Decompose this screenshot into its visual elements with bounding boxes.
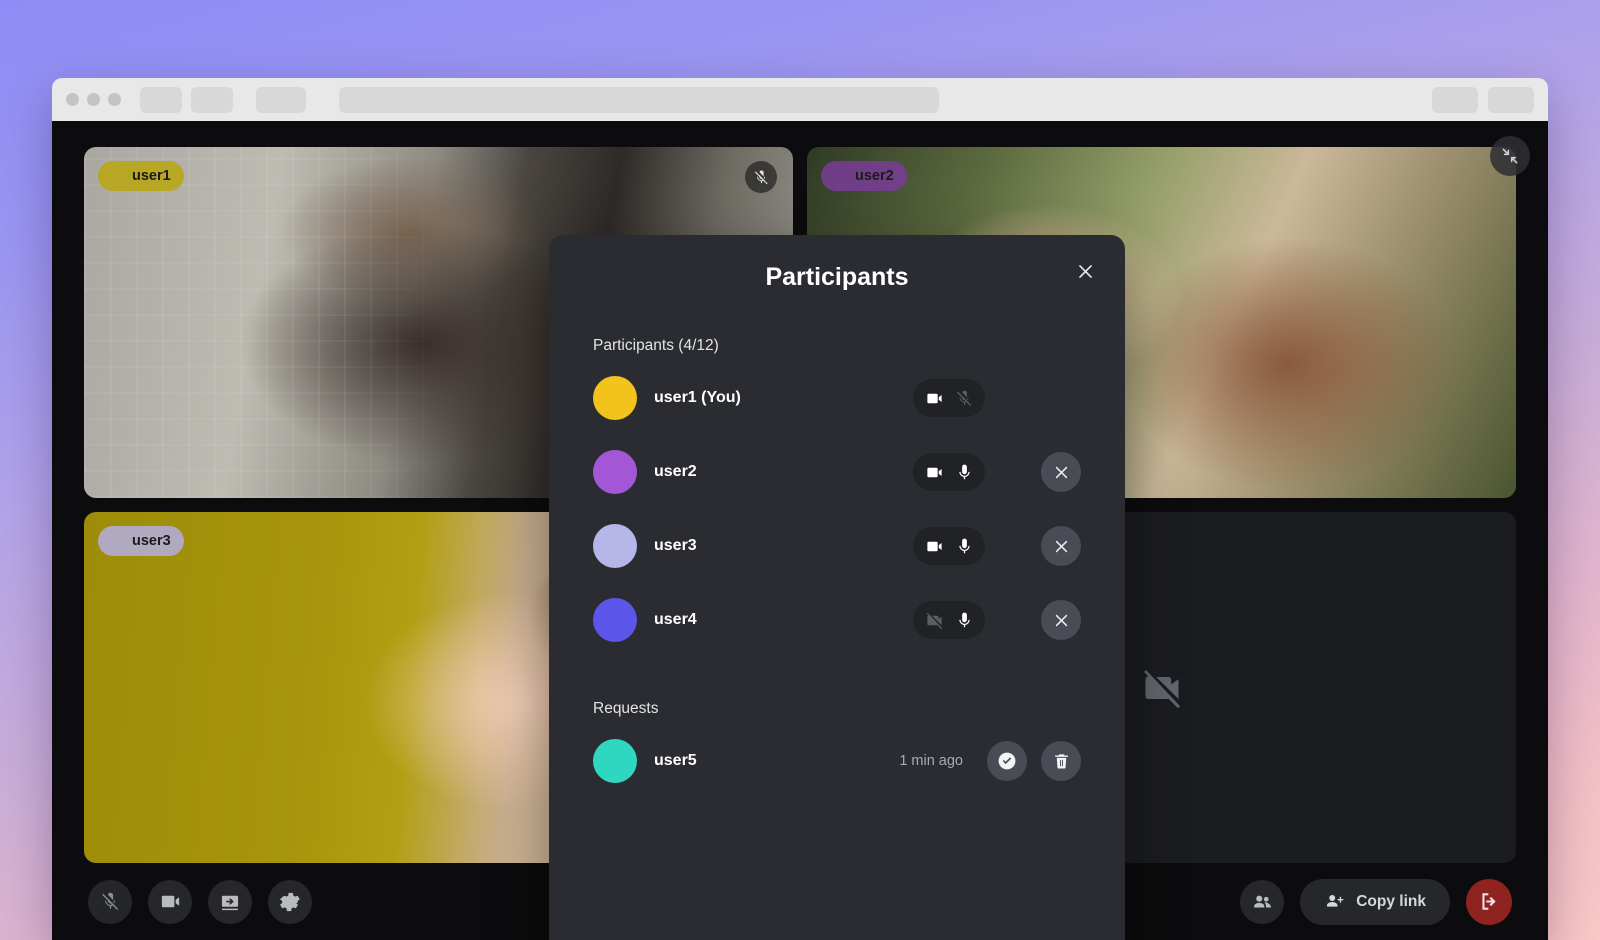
window-traffic-lights: [66, 93, 121, 106]
tile-name-label: user3: [132, 533, 171, 549]
tile-name-label: user1: [132, 168, 171, 184]
browser-chrome: [52, 78, 1548, 121]
accept-request-button[interactable]: [987, 741, 1027, 781]
participant-row: user1 (You): [593, 361, 1081, 435]
close-icon: [1055, 466, 1067, 478]
tile-mic-off-indicator: [745, 161, 777, 193]
avatar: [101, 529, 125, 553]
reject-request-button[interactable]: [1041, 741, 1081, 781]
camera-icon: [926, 467, 942, 477]
participant-name: user1 (You): [654, 389, 741, 406]
screen-share-icon: [221, 895, 239, 910]
remove-participant-button[interactable]: [1041, 600, 1081, 640]
gear-icon: [280, 892, 300, 911]
avatar: [593, 376, 637, 420]
camera-icon: [926, 541, 942, 551]
check-circle-icon: [998, 752, 1016, 770]
leave-arrow-icon: [1481, 893, 1496, 910]
mic-off-icon: [956, 390, 971, 406]
request-row: user5 1 min ago: [593, 724, 1081, 798]
add-person-icon: [1327, 895, 1344, 907]
participant-row: user4: [593, 583, 1081, 657]
close-dialog-button[interactable]: [1071, 257, 1099, 285]
tile-name-badge: user1: [98, 161, 184, 191]
camera-icon: [926, 393, 942, 403]
close-icon: [1055, 540, 1067, 552]
participant-row: user2: [593, 435, 1081, 509]
tile-name-badge: user2: [821, 161, 907, 191]
avatar: [593, 598, 637, 642]
request-name: user5: [654, 752, 697, 769]
tile-name-label: user2: [855, 168, 894, 184]
people-icon: [1254, 895, 1272, 907]
avatar: [101, 164, 125, 188]
participant-media-status[interactable]: [913, 601, 985, 639]
participants-section-header: Participants (4/12): [593, 337, 719, 354]
browser-address-bar[interactable]: [339, 86, 939, 113]
remove-participant-button[interactable]: [1041, 526, 1081, 566]
call-controls-right: Copy link: [1240, 878, 1512, 925]
copy-link-button[interactable]: Copy link: [1300, 878, 1450, 925]
participant-media-status[interactable]: [913, 527, 985, 565]
tile-name-badge: user3: [98, 526, 184, 556]
avatar: [593, 524, 637, 568]
video-call-stage: user1 user2 user3 Copy link Participants…: [52, 121, 1548, 940]
leave-call-button[interactable]: [1466, 878, 1512, 925]
open-participants-button[interactable]: [1240, 879, 1285, 924]
collapse-grid-button[interactable]: [1490, 136, 1530, 176]
mic-off-icon: [101, 892, 118, 910]
camera-off-icon: [926, 612, 942, 629]
participant-media-status[interactable]: [913, 453, 985, 491]
dialog-title: Participants: [765, 263, 909, 291]
request-actions: [987, 741, 1081, 781]
browser-menu-button[interactable]: [1488, 86, 1534, 113]
browser-toolbar-right: [1432, 86, 1534, 113]
avatar: [824, 164, 848, 188]
participants-dialog: Participants Participants (4/12) user1 (…: [549, 235, 1125, 940]
mic-off-icon: [754, 169, 768, 184]
camera-icon: [161, 895, 179, 908]
mic-icon: [958, 612, 970, 627]
maximize-window-dot[interactable]: [108, 93, 121, 106]
request-timestamp: 1 min ago: [899, 753, 963, 769]
close-icon: [1055, 614, 1067, 626]
avatar: [593, 739, 637, 783]
browser-forward-button[interactable]: [191, 86, 233, 113]
browser-window: user1 user2 user3 Copy link Participants…: [52, 78, 1548, 940]
close-icon: [1078, 264, 1092, 278]
avatar: [593, 450, 637, 494]
settings-button[interactable]: [268, 879, 312, 924]
toggle-camera-button[interactable]: [148, 879, 192, 924]
participant-name: user3: [654, 537, 697, 554]
remove-participant-button[interactable]: [1041, 452, 1081, 492]
share-screen-button[interactable]: [208, 879, 252, 924]
requests-section-header: Requests: [593, 700, 659, 717]
participant-name: user2: [654, 463, 697, 480]
browser-extension-button[interactable]: [1432, 86, 1478, 113]
toggle-mic-button[interactable]: [88, 879, 132, 924]
browser-back-button[interactable]: [140, 86, 182, 113]
participant-media-status[interactable]: [913, 379, 985, 417]
minimize-window-dot[interactable]: [87, 93, 100, 106]
participant-row: user3: [593, 509, 1081, 583]
browser-tab[interactable]: [256, 86, 306, 113]
participant-name: user4: [654, 611, 697, 628]
mic-icon: [958, 464, 970, 479]
collapse-arrows-icon: [1502, 148, 1518, 164]
trash-icon: [1054, 753, 1068, 769]
close-window-dot[interactable]: [66, 93, 79, 106]
camera-off-icon: [1143, 669, 1180, 708]
mic-icon: [958, 538, 970, 553]
call-controls-left: [88, 879, 312, 924]
copy-link-label: Copy link: [1356, 892, 1426, 910]
